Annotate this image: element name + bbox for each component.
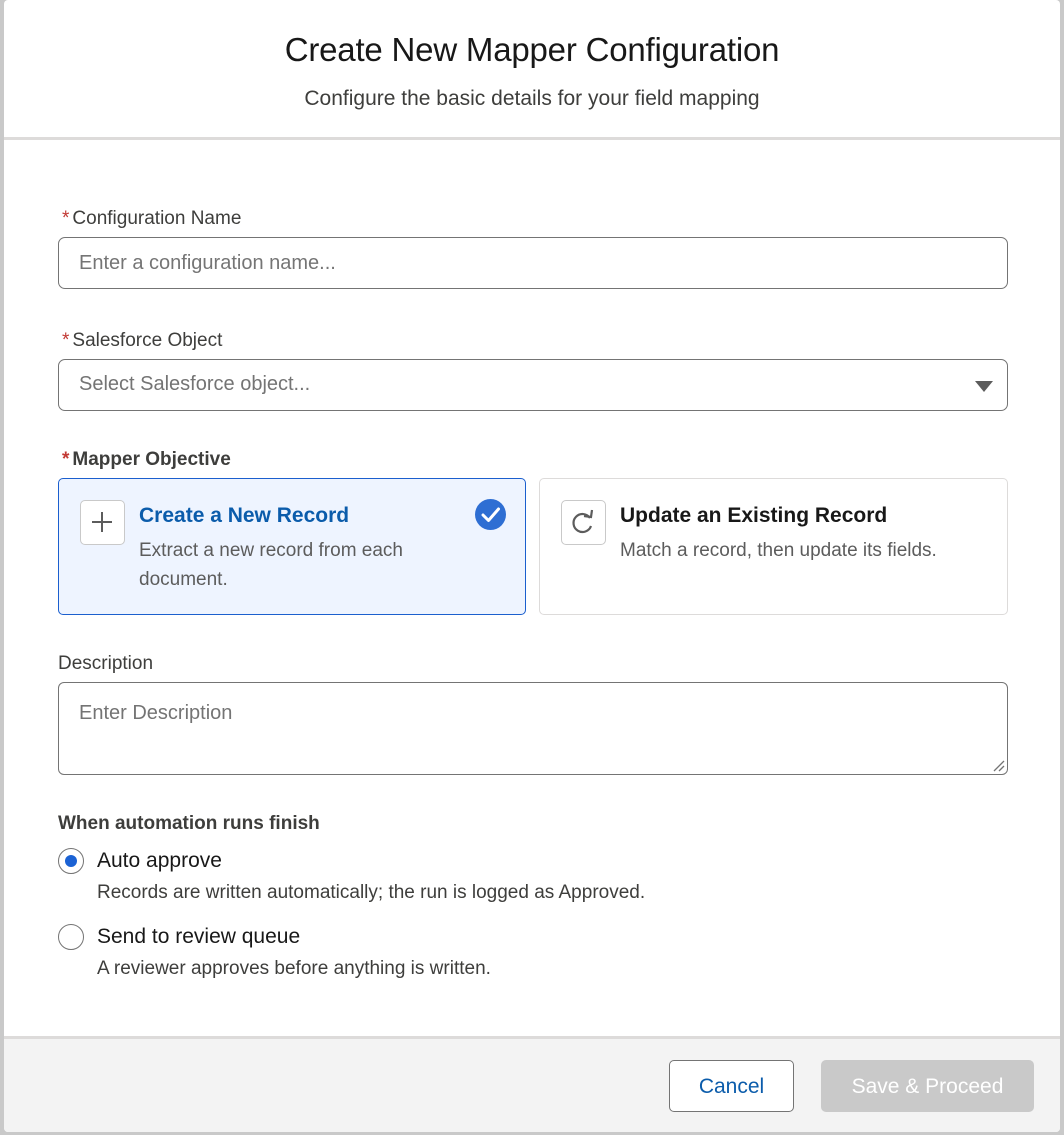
config-name-input[interactable] (58, 237, 1008, 289)
chevron-down-icon (975, 381, 993, 392)
description-label: Description (58, 653, 154, 674)
modal-title: Create New Mapper Configuration (284, 31, 780, 68)
modal-header: Create New Mapper Configuration Configur… (4, 0, 1060, 140)
radio-button-checked[interactable] (58, 848, 84, 874)
config-name-label-text: Configuration Name (72, 208, 242, 229)
salesforce-object-label: * Salesforce Object (62, 329, 222, 353)
radio-button[interactable] (58, 924, 84, 950)
radio-label: Send to review queue (97, 925, 301, 948)
modal-footer: Cancel Save & Proceed (4, 1036, 1060, 1132)
modal-subtitle: Configure the basic details for your fie… (304, 87, 760, 110)
objective-card-update-existing[interactable]: Update an Existing Record Match a record… (539, 478, 1008, 615)
objective-card-title: Update an Existing Record (620, 504, 888, 527)
salesforce-object-select[interactable]: Select Salesforce object... (58, 359, 1008, 411)
mapper-config-modal: Create New Mapper Configuration Configur… (4, 0, 1060, 1132)
required-marker: * (62, 330, 70, 351)
finish-behavior-label: When automation runs finish (58, 813, 320, 834)
config-name-label: * Configuration Name (62, 207, 241, 231)
cancel-button[interactable]: Cancel (669, 1060, 794, 1112)
checkmark-icon (475, 499, 506, 530)
salesforce-object-label-text: Salesforce Object (72, 330, 223, 351)
mapper-objective-label: * Mapper Objective (62, 448, 231, 472)
save-proceed-button[interactable]: Save & Proceed (821, 1060, 1034, 1112)
salesforce-object-placeholder: Select Salesforce object... (79, 373, 311, 395)
radio-help-text: Records are written automatically; the r… (97, 882, 646, 903)
objective-card-description: Extract a new record from each document. (139, 540, 403, 590)
objective-card-description: Match a record, then update its fields. (620, 540, 937, 561)
objective-card-create-new[interactable]: Create a New Record Extract a new record… (58, 478, 526, 615)
resize-handle-icon[interactable] (991, 758, 1005, 772)
required-marker: * (62, 208, 70, 229)
radio-label: Auto approve (97, 849, 222, 872)
refresh-icon (561, 500, 606, 545)
mapper-objective-label-text: Mapper Objective (72, 449, 231, 470)
required-marker: * (62, 449, 70, 470)
objective-card-title: Create a New Record (139, 504, 350, 527)
description-placeholder: Enter Description (79, 702, 233, 724)
plus-icon (80, 500, 125, 545)
radio-help-text: A reviewer approves before anything is w… (97, 958, 491, 979)
description-textarea[interactable]: Enter Description (58, 682, 1008, 775)
